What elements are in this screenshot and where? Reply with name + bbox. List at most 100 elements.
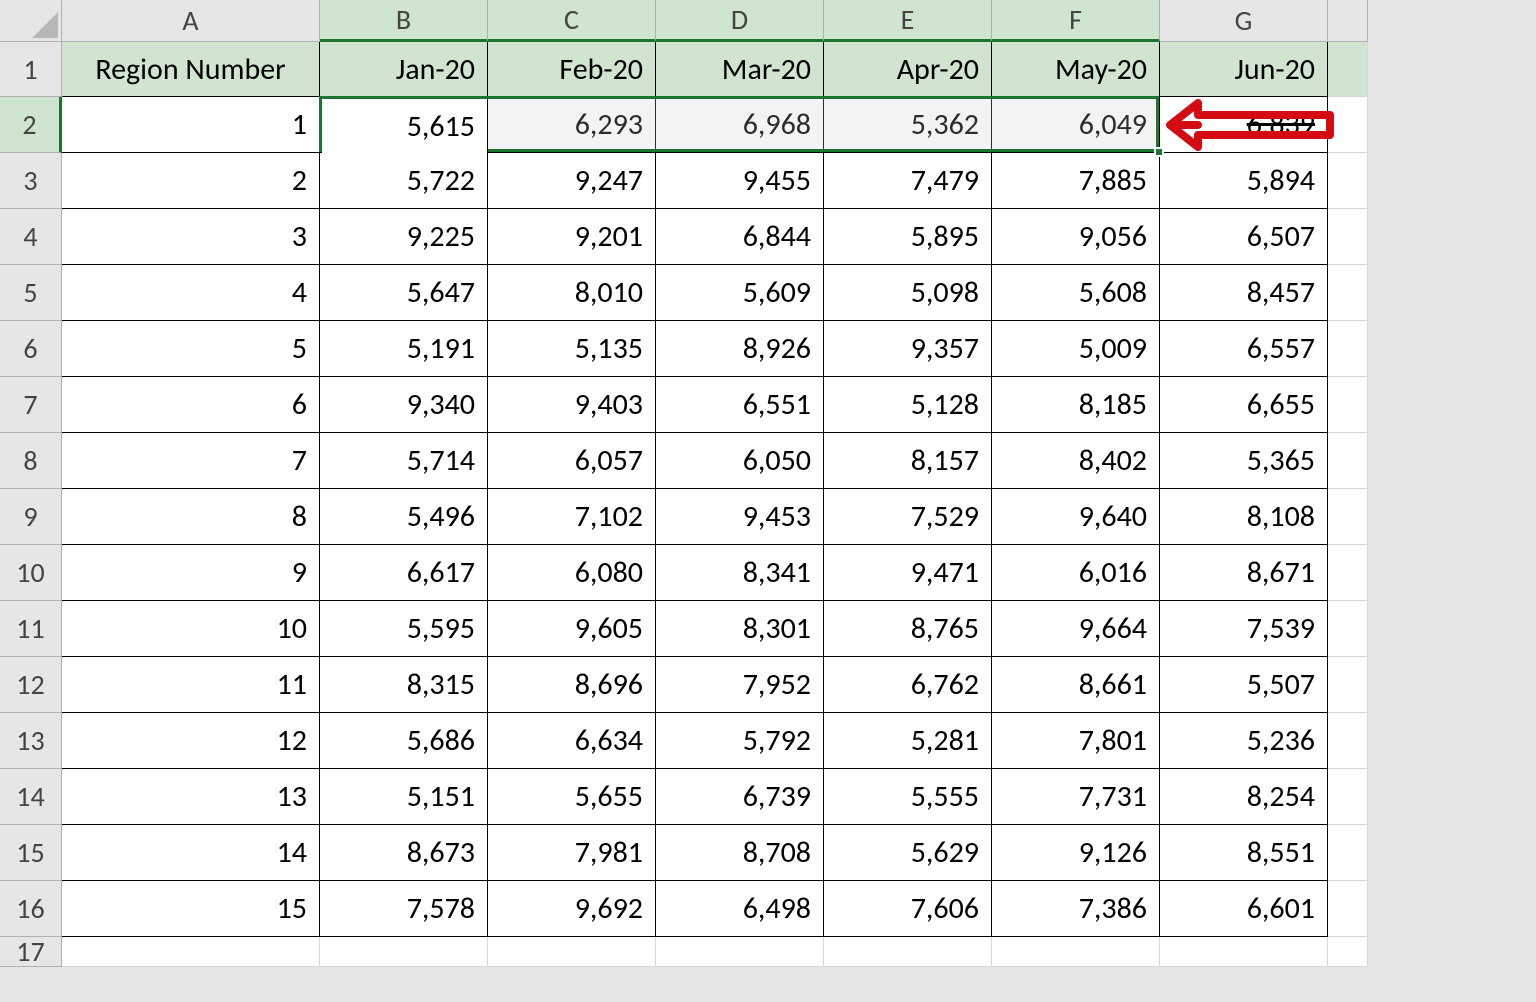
cell-E3[interactable]: 7,479 <box>824 153 992 209</box>
column-header-E[interactable]: E <box>824 0 992 42</box>
cell-C10[interactable]: 6,080 <box>488 545 656 601</box>
cell-F6[interactable]: 5,009 <box>992 321 1160 377</box>
cell-G5[interactable]: 8,457 <box>1160 265 1328 321</box>
cell-C13[interactable]: 6,634 <box>488 713 656 769</box>
cell-E13[interactable]: 5,281 <box>824 713 992 769</box>
row-header-12[interactable]: 12 <box>0 657 62 713</box>
cell-D2[interactable]: 6,968 <box>656 97 824 153</box>
header-cell-E[interactable]: Apr-20 <box>824 42 992 97</box>
row-header-2[interactable]: 2 <box>0 97 62 153</box>
select-all-corner[interactable] <box>0 0 62 42</box>
cell-F9[interactable]: 9,640 <box>992 489 1160 545</box>
cell-C2[interactable]: 6,293 <box>488 97 656 153</box>
cell-A5[interactable]: 4 <box>62 265 320 321</box>
cell-A16[interactable]: 15 <box>62 881 320 937</box>
cell-B15[interactable]: 8,673 <box>320 825 488 881</box>
row-header-8[interactable]: 8 <box>0 433 62 489</box>
cell-G4[interactable]: 6,507 <box>1160 209 1328 265</box>
cell-E2[interactable]: 5,362 <box>824 97 992 153</box>
cell-E7[interactable]: 5,128 <box>824 377 992 433</box>
cell-B16[interactable]: 7,578 <box>320 881 488 937</box>
cell-D9[interactable]: 9,453 <box>656 489 824 545</box>
row-header-7[interactable]: 7 <box>0 377 62 433</box>
cell-G9[interactable]: 8,108 <box>1160 489 1328 545</box>
header-cell-F[interactable]: May-20 <box>992 42 1160 97</box>
cell-D5[interactable]: 5,609 <box>656 265 824 321</box>
cell-A13[interactable]: 12 <box>62 713 320 769</box>
cell-E14[interactable]: 5,555 <box>824 769 992 825</box>
cell-A14[interactable]: 13 <box>62 769 320 825</box>
cell-A17[interactable] <box>62 937 320 967</box>
row-header-17[interactable]: 17 <box>0 937 62 967</box>
cell-D11[interactable]: 8,301 <box>656 601 824 657</box>
cell-A10[interactable]: 9 <box>62 545 320 601</box>
cell-D8[interactable]: 6,050 <box>656 433 824 489</box>
column-header-A[interactable]: A <box>62 0 320 42</box>
cell-G17[interactable] <box>1160 937 1328 967</box>
cell-A9[interactable]: 8 <box>62 489 320 545</box>
cell-E16[interactable]: 7,606 <box>824 881 992 937</box>
row-header-14[interactable]: 14 <box>0 769 62 825</box>
cell-A11[interactable]: 10 <box>62 601 320 657</box>
row-header-3[interactable]: 3 <box>0 153 62 209</box>
cell-E9[interactable]: 7,529 <box>824 489 992 545</box>
row-header-6[interactable]: 6 <box>0 321 62 377</box>
cell-F12[interactable]: 8,661 <box>992 657 1160 713</box>
cell-C8[interactable]: 6,057 <box>488 433 656 489</box>
cell-E4[interactable]: 5,895 <box>824 209 992 265</box>
cell-F11[interactable]: 9,664 <box>992 601 1160 657</box>
cell-E8[interactable]: 8,157 <box>824 433 992 489</box>
cell-G3[interactable]: 5,894 <box>1160 153 1328 209</box>
cell-F16[interactable]: 7,386 <box>992 881 1160 937</box>
cell-A4[interactable]: 3 <box>62 209 320 265</box>
cell-B12[interactable]: 8,315 <box>320 657 488 713</box>
cell-D17[interactable] <box>656 937 824 967</box>
column-header-next[interactable] <box>1328 0 1368 42</box>
cell-A12[interactable]: 11 <box>62 657 320 713</box>
cell-G16[interactable]: 6,601 <box>1160 881 1328 937</box>
column-header-G[interactable]: G <box>1160 0 1328 42</box>
header-cell-D[interactable]: Mar-20 <box>656 42 824 97</box>
cell-C3[interactable]: 9,247 <box>488 153 656 209</box>
cell-E5[interactable]: 5,098 <box>824 265 992 321</box>
cell-C16[interactable]: 9,692 <box>488 881 656 937</box>
cell-C11[interactable]: 9,605 <box>488 601 656 657</box>
row-header-1[interactable]: 1 <box>0 42 62 97</box>
cell-C6[interactable]: 5,135 <box>488 321 656 377</box>
cell-B4[interactable]: 9,225 <box>320 209 488 265</box>
cell-A8[interactable]: 7 <box>62 433 320 489</box>
cell-E6[interactable]: 9,357 <box>824 321 992 377</box>
cell-F3[interactable]: 7,885 <box>992 153 1160 209</box>
row-header-4[interactable]: 4 <box>0 209 62 265</box>
cell-D4[interactable]: 6,844 <box>656 209 824 265</box>
column-header-B[interactable]: B <box>320 0 488 42</box>
cell-B5[interactable]: 5,647 <box>320 265 488 321</box>
cell-A3[interactable]: 2 <box>62 153 320 209</box>
cell-G8[interactable]: 5,365 <box>1160 433 1328 489</box>
cell-B3[interactable]: 5,722 <box>320 153 488 209</box>
cell-A6[interactable]: 5 <box>62 321 320 377</box>
cell-D15[interactable]: 8,708 <box>656 825 824 881</box>
cell-G7[interactable]: 6,655 <box>1160 377 1328 433</box>
cell-G15[interactable]: 8,551 <box>1160 825 1328 881</box>
cell-D13[interactable]: 5,792 <box>656 713 824 769</box>
cell-F10[interactable]: 6,016 <box>992 545 1160 601</box>
cell-C7[interactable]: 9,403 <box>488 377 656 433</box>
cell-D6[interactable]: 8,926 <box>656 321 824 377</box>
row-header-5[interactable]: 5 <box>0 265 62 321</box>
cell-A7[interactable]: 6 <box>62 377 320 433</box>
cell-C15[interactable]: 7,981 <box>488 825 656 881</box>
cell-B10[interactable]: 6,617 <box>320 545 488 601</box>
cell-F14[interactable]: 7,731 <box>992 769 1160 825</box>
cell-B13[interactable]: 5,686 <box>320 713 488 769</box>
cell-G6[interactable]: 6,557 <box>1160 321 1328 377</box>
cell-E17[interactable] <box>824 937 992 967</box>
cell-F15[interactable]: 9,126 <box>992 825 1160 881</box>
cell-C5[interactable]: 8,010 <box>488 265 656 321</box>
cell-C14[interactable]: 5,655 <box>488 769 656 825</box>
cell-E12[interactable]: 6,762 <box>824 657 992 713</box>
cell-B17[interactable] <box>320 937 488 967</box>
cell-E10[interactable]: 9,471 <box>824 545 992 601</box>
cell-C9[interactable]: 7,102 <box>488 489 656 545</box>
cell-C4[interactable]: 9,201 <box>488 209 656 265</box>
